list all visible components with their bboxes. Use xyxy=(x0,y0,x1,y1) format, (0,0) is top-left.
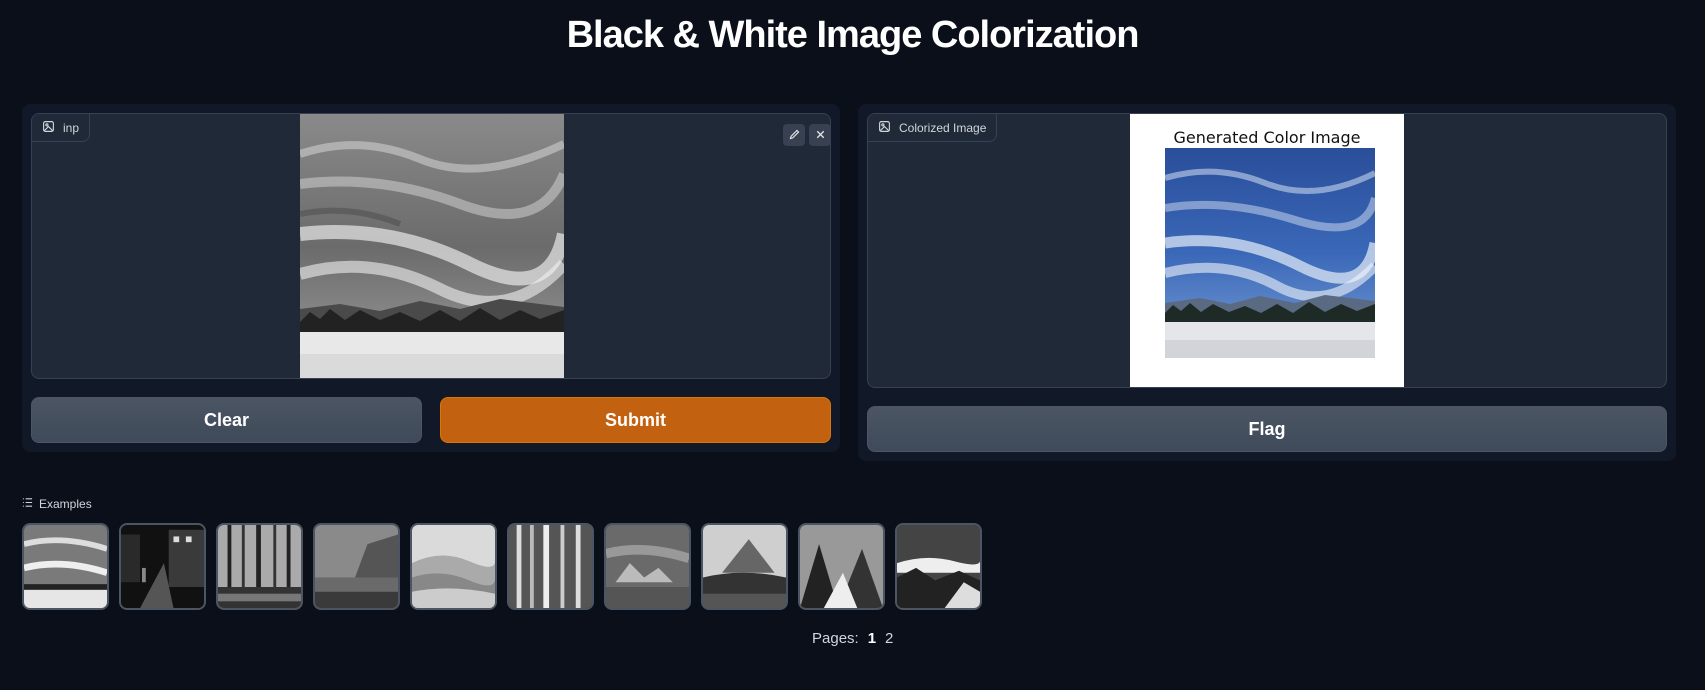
close-icon xyxy=(814,126,827,145)
input-label-tag: inp xyxy=(32,114,91,142)
colorized-image-frame: Generated Color Image xyxy=(1130,114,1404,387)
input-label: inp xyxy=(63,120,80,135)
example-thumbnail-rocky-terrain[interactable] xyxy=(604,523,691,610)
clear-button[interactable]: Clear xyxy=(31,397,422,443)
image-icon xyxy=(878,120,891,136)
example-thumbnail-birch-forest[interactable] xyxy=(507,523,594,610)
input-image-box[interactable]: inp xyxy=(31,113,831,379)
example-thumbnail-snowy-mountains[interactable] xyxy=(895,523,982,610)
output-image-box: Colorized Image Generated Color Image xyxy=(867,113,1667,388)
example-thumbnail-sky-clouds-field[interactable] xyxy=(22,523,109,610)
pencil-icon xyxy=(788,126,801,145)
example-thumbnail-mountain-peak[interactable] xyxy=(701,523,788,610)
image-icon xyxy=(42,120,55,136)
output-label: Colorized Image xyxy=(899,120,987,135)
pages-label: Pages: xyxy=(812,630,859,647)
page-2-link[interactable]: 2 xyxy=(885,630,893,647)
example-thumbnail-misty-hills[interactable] xyxy=(410,523,497,610)
example-thumbnail-coastal-cliff[interactable] xyxy=(313,523,400,610)
examples-label: Examples xyxy=(39,497,92,511)
list-icon xyxy=(22,497,33,511)
input-panel: inp Clear Submit xyxy=(22,104,840,452)
output-label-tag: Colorized Image xyxy=(868,114,998,142)
edit-button[interactable] xyxy=(783,124,805,146)
flag-button[interactable]: Flag xyxy=(867,406,1667,452)
clear-image-button[interactable] xyxy=(809,124,830,146)
output-panel: Colorized Image Generated Color Image Fl… xyxy=(858,104,1676,461)
input-image xyxy=(300,114,564,378)
submit-button[interactable]: Submit xyxy=(440,397,831,443)
page-title: Black & White Image Colorization xyxy=(566,14,1140,56)
colorized-image xyxy=(1165,148,1375,358)
example-thumbnail-snowy-ridge[interactable] xyxy=(798,523,885,610)
examples-gallery xyxy=(22,523,982,610)
example-thumbnail-city-street-night[interactable] xyxy=(119,523,206,610)
generated-image-caption: Generated Color Image xyxy=(1173,128,1361,147)
example-thumbnail-forest-stream[interactable] xyxy=(216,523,303,610)
examples-header: Examples xyxy=(22,497,92,511)
page-1-link[interactable]: 1 xyxy=(868,630,876,647)
pagination: Pages: 1 2 xyxy=(812,630,893,647)
